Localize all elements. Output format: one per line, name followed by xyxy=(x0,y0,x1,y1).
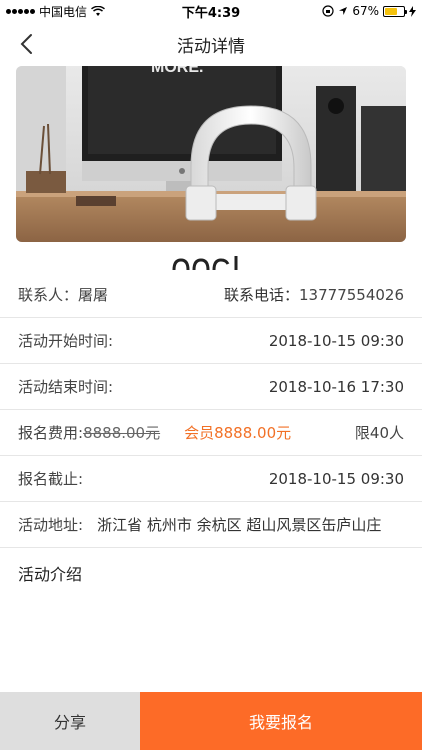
monitor-sign-text: MORE. xyxy=(151,66,203,76)
page-title: 活动详情 xyxy=(177,36,245,57)
status-bar: 中国电信 下午4:39 67% xyxy=(0,0,422,22)
end-time-row: 活动结束时间: 2018-10-16 17:30 xyxy=(0,364,422,410)
battery-fill xyxy=(385,7,398,15)
deadline-row: 报名截止: 2018-10-15 09:30 xyxy=(0,456,422,502)
signup-button[interactable]: 我要报名 xyxy=(140,692,422,750)
start-time-value: 2018-10-15 09:30 xyxy=(268,331,404,350)
end-time-value: 2018-10-16 17:30 xyxy=(268,377,404,396)
address-label: 活动地址: xyxy=(18,516,84,534)
carrier-label: 中国电信 xyxy=(39,4,88,19)
battery-percent: 67% xyxy=(352,4,379,18)
signal-icon xyxy=(6,8,35,14)
event-details: 联系人： 屠屠 联系电话： 13777554026 活动开始时间: 2018-1… xyxy=(0,272,422,598)
event-image: MORE. xyxy=(16,66,406,242)
end-time-label: 活动结束时间: xyxy=(18,378,114,396)
charging-icon xyxy=(409,5,416,17)
fee-row: 报名费用: 8888.00元 会员8888.00元 限40人 xyxy=(0,410,422,456)
status-right: 67% xyxy=(322,4,416,18)
share-button[interactable]: 分享 xyxy=(0,692,140,750)
status-left: 中国电信 xyxy=(6,3,105,20)
address-row: 活动地址: 浙江省 杭州市 余杭区 超山风景区缶庐山庄 xyxy=(0,502,422,548)
event-image-illustration: MORE. xyxy=(16,66,406,242)
address-value: 浙江省 杭州市 余杭区 超山风景区缶庐山庄 xyxy=(97,516,382,534)
fee-label: 报名费用: xyxy=(18,424,84,442)
fee-member-price: 会员8888.00元 xyxy=(184,424,292,442)
wifi-icon xyxy=(91,5,105,16)
bottom-action-bar: 分享 我要报名 xyxy=(0,692,422,750)
contact-label: 联系人： xyxy=(18,286,79,304)
contact-row: 联系人： 屠屠 联系电话： 13777554026 xyxy=(0,272,422,318)
start-time-label: 活动开始时间: xyxy=(18,332,114,350)
battery-icon xyxy=(383,5,407,17)
contact-name: 屠屠 xyxy=(78,286,109,304)
fee-original-price: 8888.00元 xyxy=(83,424,161,442)
location-icon xyxy=(339,7,348,15)
chevron-left-icon xyxy=(20,34,32,54)
back-button[interactable] xyxy=(12,30,40,58)
participant-limit: 限40人 xyxy=(354,424,404,442)
phone-label: 联系电话： xyxy=(224,286,300,304)
deadline-label: 报名截止: xyxy=(18,470,84,488)
deadline-value: 2018-10-15 09:30 xyxy=(268,469,404,488)
phone-value[interactable]: 13777554026 xyxy=(299,286,404,304)
nav-bar: 活动详情 xyxy=(0,22,422,66)
intro-heading: 活动介绍 xyxy=(18,565,83,584)
rotation-lock-icon xyxy=(322,5,334,17)
brand-logo-partial xyxy=(170,250,250,270)
start-time-row: 活动开始时间: 2018-10-15 09:30 xyxy=(0,318,422,364)
